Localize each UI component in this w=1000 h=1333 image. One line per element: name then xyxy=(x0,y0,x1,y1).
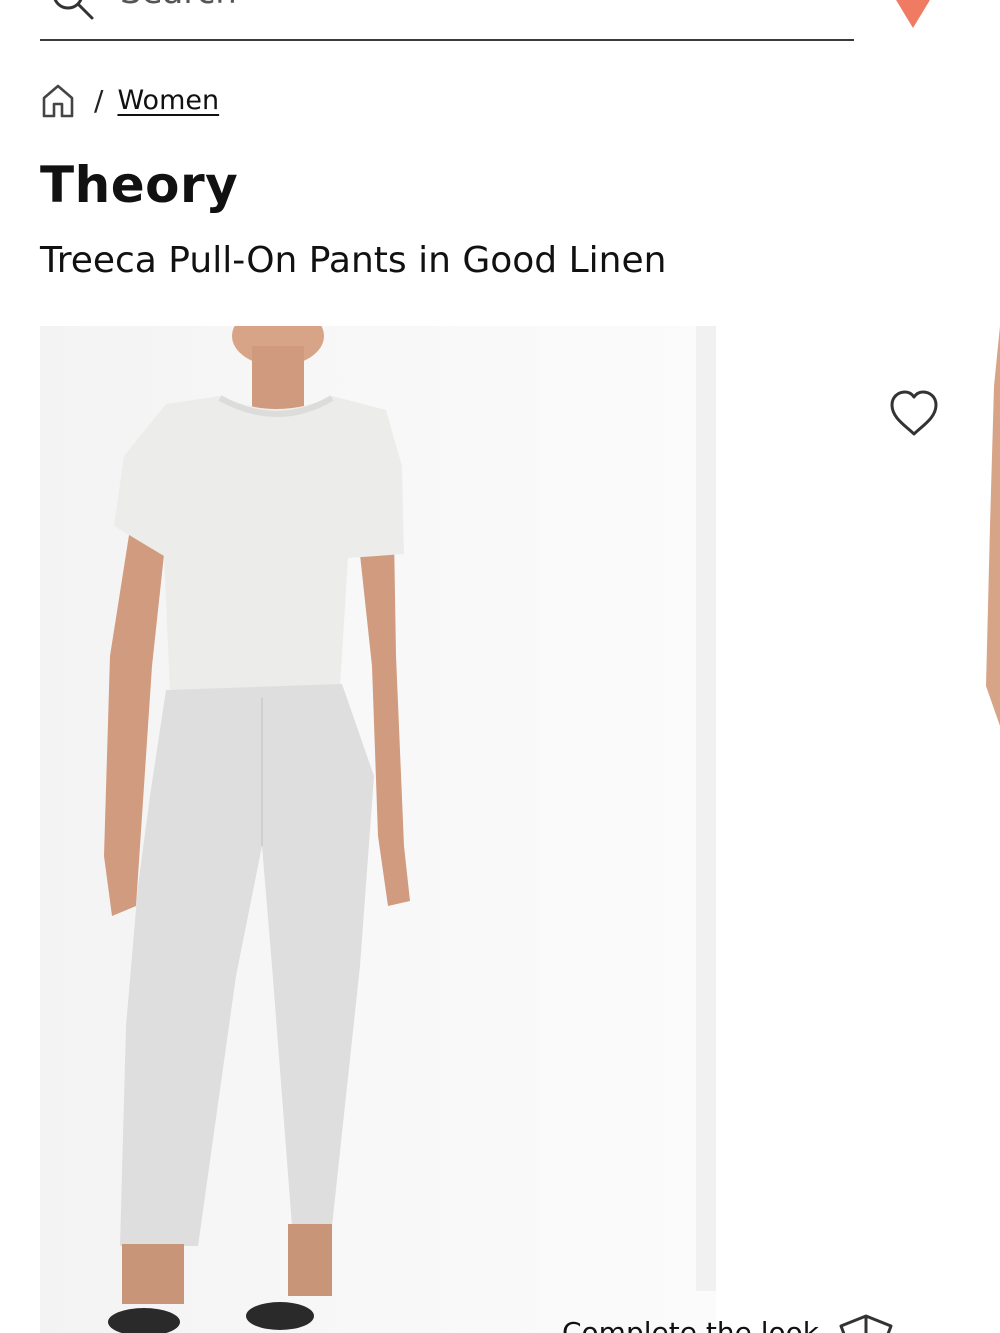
product-image-gallery[interactable]: Complete the look xyxy=(40,326,1000,1333)
product-image[interactable] xyxy=(40,326,716,1333)
product-photo-model xyxy=(104,326,410,1333)
complete-the-look-button[interactable]: Complete the look xyxy=(562,1312,897,1333)
brand-name[interactable]: Theory xyxy=(40,156,238,214)
gallery-divider xyxy=(696,326,716,1291)
next-image-model-edge xyxy=(986,326,1000,726)
complete-the-look-label: Complete the look xyxy=(562,1315,819,1333)
home-icon[interactable] xyxy=(40,82,76,118)
search-icon xyxy=(53,0,94,20)
logo-mark[interactable] xyxy=(890,0,936,30)
breadcrumb: / Women xyxy=(40,80,219,120)
heart-icon[interactable] xyxy=(886,386,942,442)
breadcrumb-separator: / xyxy=(94,83,104,117)
product-title: Treeca Pull-On Pants in Good Linen xyxy=(40,240,667,281)
breadcrumb-link-women[interactable]: Women xyxy=(117,85,219,116)
next-product-image[interactable] xyxy=(716,326,1000,1333)
search-bar[interactable]: Search xyxy=(40,0,854,41)
hanger-icon xyxy=(839,1314,893,1333)
search-input[interactable]: Search xyxy=(120,0,237,12)
